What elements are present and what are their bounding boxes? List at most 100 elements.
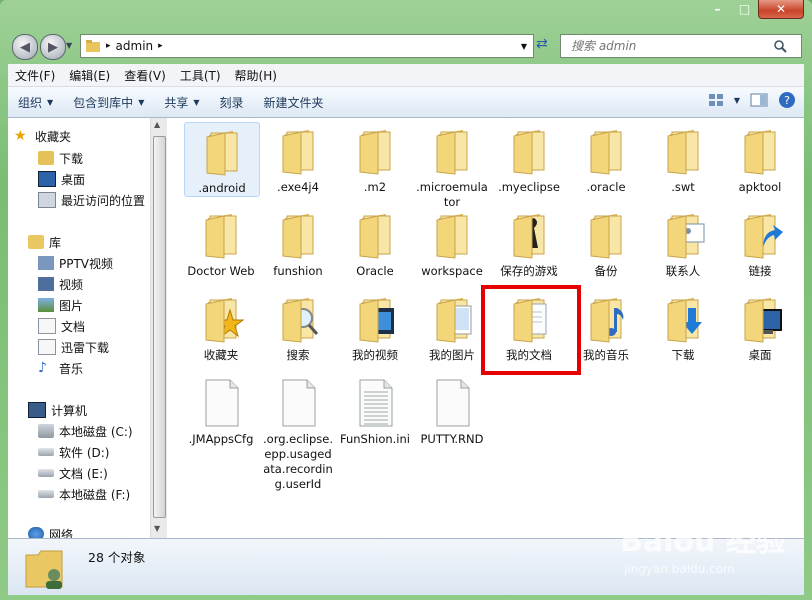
search-input[interactable] bbox=[569, 38, 773, 54]
library-icon bbox=[28, 235, 44, 249]
nav-favorites[interactable]: ★ 收藏夹 bbox=[14, 126, 71, 146]
folder-item[interactable]: .android bbox=[184, 122, 260, 197]
monitor-folder-icon bbox=[735, 294, 785, 344]
folder-item[interactable]: 链接 bbox=[723, 206, 797, 279]
minimize-button[interactable]: – bbox=[704, 0, 731, 18]
folder-item[interactable]: .exe4j4 bbox=[261, 122, 335, 195]
folder-item[interactable]: workspace bbox=[415, 206, 489, 279]
folder-icon bbox=[504, 126, 554, 176]
folder-icon bbox=[581, 126, 631, 176]
nav-item-drive-c[interactable]: 本地磁盘 (C:) bbox=[38, 421, 133, 441]
menu-edit[interactable]: 编辑(E) bbox=[62, 67, 117, 84]
recent-pages-arrow[interactable]: ▼ bbox=[66, 41, 72, 50]
folder-item[interactable]: 下载 bbox=[646, 290, 720, 363]
folder-item[interactable]: 桌面 bbox=[723, 290, 797, 363]
file-item[interactable]: .JMAppsCfg bbox=[184, 374, 258, 447]
scroll-up-arrow[interactable]: ▲ bbox=[154, 120, 160, 129]
nav-item-drive-f[interactable]: 本地磁盘 (F:) bbox=[38, 484, 130, 504]
folder-item[interactable]: .microemulator bbox=[415, 122, 489, 210]
nav-scrollbar[interactable]: ▲ ▼ bbox=[150, 118, 167, 538]
nav-computer[interactable]: 计算机 bbox=[28, 400, 87, 420]
folder-item[interactable]: .m2 bbox=[338, 122, 412, 195]
share-button[interactable]: 共享 ▼ bbox=[154, 94, 209, 111]
item-label: 搜索 bbox=[286, 348, 310, 362]
menu-tools[interactable]: 工具(T) bbox=[173, 67, 228, 84]
breadcrumb-separator[interactable]: ▸ bbox=[158, 41, 163, 51]
maximize-button[interactable]: □ bbox=[731, 0, 758, 18]
help-icon[interactable]: ? bbox=[778, 91, 796, 109]
item-label: 备份 bbox=[594, 264, 618, 278]
address-dropdown-arrow[interactable]: ▼ bbox=[521, 42, 527, 51]
folder-icon bbox=[196, 210, 246, 260]
nav-item-thunder-downloads[interactable]: 迅雷下载 bbox=[38, 337, 109, 357]
item-label: workspace bbox=[421, 264, 483, 278]
breadcrumb-admin[interactable]: admin bbox=[116, 39, 154, 53]
nav-item-recent-places[interactable]: 最近访问的位置 bbox=[38, 190, 145, 210]
folder-icon bbox=[581, 210, 631, 260]
back-button[interactable]: ◀ bbox=[12, 34, 38, 60]
folder-item[interactable]: 我的视频 bbox=[338, 290, 412, 363]
new-folder-button[interactable]: 新建文件夹 bbox=[254, 94, 334, 111]
folder-item[interactable]: 保存的游戏 bbox=[492, 206, 566, 279]
nav-label: 本地磁盘 (F:) bbox=[59, 487, 131, 502]
view-dropdown-arrow[interactable]: ▼ bbox=[734, 96, 740, 105]
item-label: Doctor Web bbox=[187, 264, 255, 278]
file-item[interactable]: PUTTY.RND bbox=[415, 374, 489, 447]
nav-item-downloads[interactable]: 下载 bbox=[38, 148, 83, 168]
change-view-icon[interactable] bbox=[708, 93, 724, 107]
system-drive-icon bbox=[38, 424, 54, 438]
item-label: .myeclipse bbox=[498, 180, 560, 194]
folder-item[interactable]: .oracle bbox=[569, 122, 643, 195]
folder-icon bbox=[273, 210, 323, 260]
folder-item[interactable]: Oracle bbox=[338, 206, 412, 279]
nav-item-desktop[interactable]: 桌面 bbox=[38, 169, 85, 189]
search-icon[interactable] bbox=[773, 39, 787, 53]
folder-icon bbox=[427, 210, 477, 260]
folder-item[interactable]: Doctor Web bbox=[184, 206, 258, 279]
folder-item[interactable]: .swt bbox=[646, 122, 720, 195]
nav-item-music[interactable]: ♪ 音乐 bbox=[38, 358, 83, 378]
nav-item-drive-d[interactable]: 软件 (D:) bbox=[38, 442, 109, 462]
close-button[interactable]: ✕ bbox=[758, 0, 804, 19]
desktop-icon bbox=[38, 171, 56, 187]
folder-item[interactable]: 联系人 bbox=[646, 206, 720, 279]
file-icon bbox=[427, 378, 477, 428]
nav-network[interactable]: 网络 bbox=[28, 524, 73, 538]
folder-item[interactable]: funshion bbox=[261, 206, 335, 279]
scroll-down-arrow[interactable]: ▼ bbox=[154, 524, 160, 533]
organize-button[interactable]: 组织 ▼ bbox=[8, 94, 63, 111]
nav-item-documents[interactable]: 文档 bbox=[38, 316, 85, 336]
burn-button[interactable]: 刻录 bbox=[210, 94, 254, 111]
folder-item[interactable]: 我的图片 bbox=[415, 290, 489, 363]
folder-item[interactable]: .myeclipse bbox=[492, 122, 566, 195]
folder-item[interactable]: 备份 bbox=[569, 206, 643, 279]
highlight-box bbox=[481, 285, 581, 375]
forward-button[interactable]: ▶ bbox=[40, 34, 66, 60]
menu-view[interactable]: 查看(V) bbox=[117, 67, 173, 84]
file-item[interactable]: FunShion.ini bbox=[338, 374, 412, 447]
folder-item[interactable]: apktool bbox=[723, 122, 797, 195]
refresh-icon[interactable]: ⇄ bbox=[536, 36, 554, 54]
document-library-icon bbox=[38, 318, 56, 334]
preview-pane-icon[interactable] bbox=[750, 93, 768, 107]
nav-label: 本地磁盘 (C:) bbox=[59, 424, 133, 439]
star-folder-icon bbox=[196, 294, 246, 344]
nav-item-pptv[interactable]: PPTV视频 bbox=[38, 253, 113, 273]
menu-help[interactable]: 帮助(H) bbox=[228, 67, 284, 84]
address-bar[interactable]: ▸ admin ▸ ▼ bbox=[80, 34, 534, 58]
include-in-library-button[interactable]: 包含到库中 ▼ bbox=[63, 94, 154, 111]
folder-item[interactable]: 收藏夹 bbox=[184, 290, 258, 363]
breadcrumb-separator[interactable]: ▸ bbox=[106, 41, 111, 51]
search-box[interactable] bbox=[560, 34, 802, 58]
menu-file[interactable]: 文件(F) bbox=[8, 67, 62, 84]
scrollbar-thumb[interactable] bbox=[153, 136, 166, 518]
folder-icon bbox=[427, 126, 477, 176]
nav-label: 网络 bbox=[49, 527, 74, 539]
nav-libraries[interactable]: 库 bbox=[28, 232, 61, 252]
nav-item-videos[interactable]: 视频 bbox=[38, 274, 83, 294]
nav-item-pictures[interactable]: 图片 bbox=[38, 295, 83, 315]
folder-item[interactable]: 搜索 bbox=[261, 290, 335, 363]
file-item[interactable]: .org.eclipse.epp.usagedata.recording.use… bbox=[261, 374, 335, 492]
watermark-url: jingyan.baidu.com bbox=[624, 562, 735, 576]
nav-item-drive-e[interactable]: 文档 (E:) bbox=[38, 463, 108, 483]
